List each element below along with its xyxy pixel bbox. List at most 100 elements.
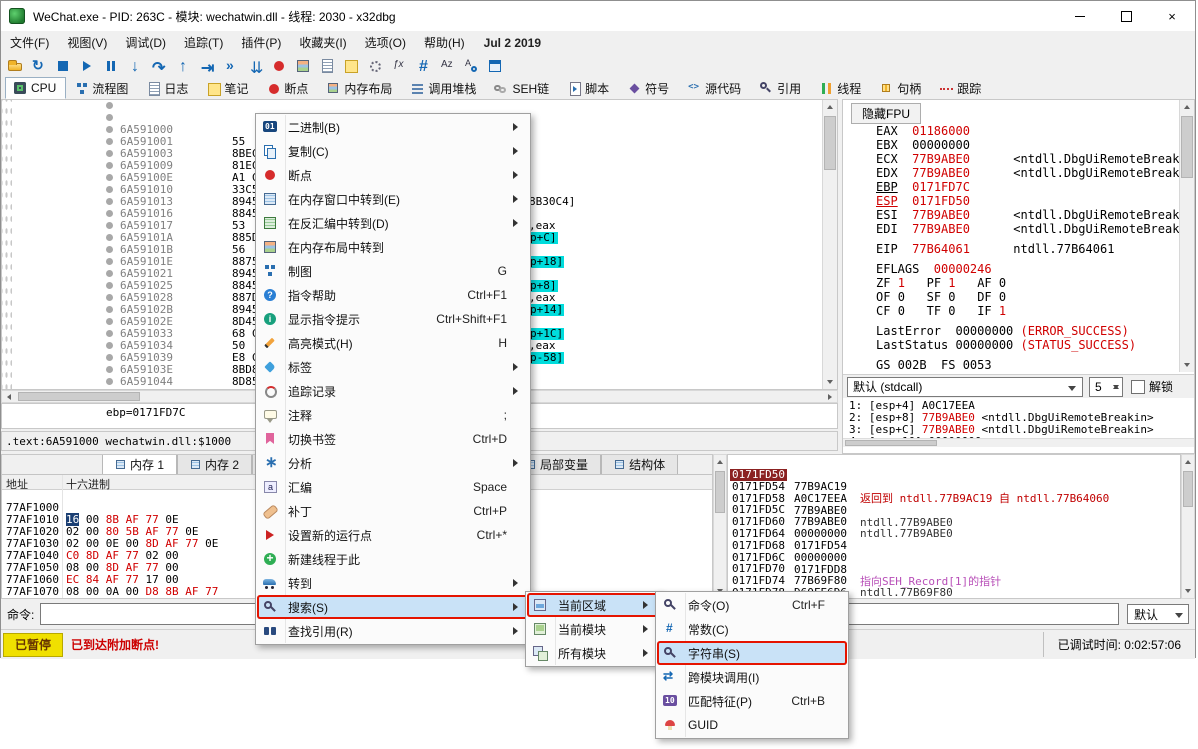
scroll-left-icon[interactable] xyxy=(2,391,16,402)
register-row[interactable]: EIP 77B64061 ntdll.77B64061 xyxy=(843,242,1180,256)
scroll-thumb[interactable] xyxy=(824,116,836,170)
registers-scrollbar[interactable] xyxy=(1179,100,1194,372)
menubar-item-options[interactable]: 选项(O) xyxy=(356,31,415,54)
breakpoint-dot-icon[interactable] xyxy=(106,354,113,361)
run-button[interactable] xyxy=(75,55,99,77)
register-row[interactable]: EDX 77B9ABE0 <ntdll.DbgUiRemoteBreakin> xyxy=(843,166,1180,180)
menu-item-current-region[interactable]: 当前区域 xyxy=(527,593,659,617)
disasm-vertical-scrollbar[interactable] xyxy=(822,100,837,389)
breakpoint-dot-icon[interactable] xyxy=(106,198,113,205)
stack-scrollbar[interactable] xyxy=(1181,454,1195,599)
breakpoint-dot-icon[interactable] xyxy=(106,186,113,193)
register-row[interactable]: EFLAGS 00000246 xyxy=(843,262,1180,276)
stack-row[interactable]: 0171FD50 77B9AC19 返回到 ntdll.77B9AC19 自 n… xyxy=(728,457,1180,469)
breakpoint-dot-icon[interactable] xyxy=(106,114,113,121)
breakpoint-dot-icon[interactable] xyxy=(106,246,113,253)
menu-item-set-new-origin[interactable]: 设置新的运行点 Ctrl+* xyxy=(257,523,529,547)
register-row[interactable]: EAX 01186000 xyxy=(843,124,1180,138)
stack-row[interactable]: 0171FD78 00000000 xyxy=(728,575,1180,587)
menu-item-binary[interactable]: 二进制(B) xyxy=(257,115,529,139)
stack-row[interactable]: 0171FD68 00000000 xyxy=(728,528,1180,540)
scroll-down-icon[interactable] xyxy=(1182,584,1194,598)
stack-row[interactable]: 0171FD6C 0171FDD8 指向SEH_Record[1]的指针 xyxy=(728,540,1180,552)
scroll-right-icon[interactable] xyxy=(823,391,837,402)
animate-button[interactable] xyxy=(219,55,243,77)
run-to-cursor-button[interactable] xyxy=(195,55,219,77)
register-row[interactable]: GS 002B FS 0053 xyxy=(843,358,1180,372)
scroll-up-icon[interactable] xyxy=(1182,455,1194,469)
dump-tab-memory-1[interactable]: 内存 1 xyxy=(102,454,177,474)
menubar-item-help[interactable]: 帮助(H) xyxy=(415,31,474,54)
menu-item-command[interactable]: 命令(O) Ctrl+F xyxy=(657,593,847,617)
constants-button[interactable] xyxy=(411,55,435,77)
scroll-up-icon[interactable] xyxy=(714,455,726,469)
register-row[interactable]: LastError 00000000 (ERROR_SUCCESS) xyxy=(843,324,1180,338)
breakpoint-dot-icon[interactable] xyxy=(106,306,113,313)
tab-threads[interactable]: 线程 xyxy=(811,77,871,99)
breakpoint-dot-icon[interactable] xyxy=(106,138,113,145)
memory-map-button[interactable] xyxy=(291,55,315,77)
log-button[interactable] xyxy=(315,55,339,77)
tab-trace[interactable]: 跟踪 xyxy=(931,77,991,99)
menu-item-toggle-bookmark[interactable]: 切换书签 Ctrl+D xyxy=(257,427,529,451)
register-row[interactable]: ECX 77B9ABE0 <ntdll.DbgUiRemoteBreakin> xyxy=(843,152,1180,166)
tab-call-stack[interactable]: 调用堆栈 xyxy=(402,77,486,99)
register-row[interactable]: EBX 00000000 xyxy=(843,138,1180,152)
breakpoints-button[interactable] xyxy=(267,55,291,77)
menubar-item-plugins[interactable]: 插件(P) xyxy=(232,31,290,54)
dump-scrollbar[interactable] xyxy=(713,454,727,599)
breakpoint-dot-icon[interactable] xyxy=(106,366,113,373)
tab-log[interactable]: 日志 xyxy=(138,77,198,99)
arg-count-spinner[interactable]: 5 xyxy=(1089,377,1123,397)
windows-button[interactable] xyxy=(483,55,507,77)
register-row[interactable]: ESI 77B9ABE0 <ntdll.DbgUiRemoteBreakin> xyxy=(843,208,1180,222)
scroll-thumb[interactable] xyxy=(18,392,140,401)
trace-into-button[interactable] xyxy=(243,55,267,77)
disasm-row[interactable]: 6A591000 55 push ebp xyxy=(2,100,837,112)
tab-cpu[interactable]: CPU xyxy=(5,77,66,99)
breakpoint-dot-icon[interactable] xyxy=(106,330,113,337)
arguments-pane[interactable]: 1: [esp+4] A0C17EEA2: [esp+8] 77B9ABE0 <… xyxy=(843,400,1194,447)
menubar-item-trace[interactable]: 追踪(T) xyxy=(175,31,232,54)
step-over-button[interactable] xyxy=(147,55,171,77)
register-row[interactable]: LastStatus 00000000 (STATUS_SUCCESS) xyxy=(843,338,1180,352)
tab-graph[interactable]: 流程图 xyxy=(66,77,138,99)
breakpoint-dot-icon[interactable] xyxy=(106,162,113,169)
menu-item-follow-in-disasm[interactable]: 在反汇编中转到(D) xyxy=(257,211,529,235)
menu-item-guid[interactable]: GUID xyxy=(657,713,847,737)
settings-button[interactable] xyxy=(363,55,387,77)
menu-item-highlighting-mode[interactable]: 高亮模式(H) H xyxy=(257,331,529,355)
tab-references[interactable]: 引用 xyxy=(751,77,811,99)
menu-item-assemble[interactable]: 汇编 Space xyxy=(257,475,529,499)
tab-seh-chain[interactable]: SEH链 xyxy=(486,77,559,99)
tab-symbols[interactable]: 符号 xyxy=(619,77,679,99)
stack-row[interactable]: 0171FD64 0171FD54 xyxy=(728,516,1180,528)
menu-item-pattern[interactable]: 匹配特征(P) Ctrl+B xyxy=(657,689,847,713)
find-strings-button[interactable] xyxy=(459,55,483,77)
stack-row[interactable]: 0171FD5C 77B9ABE0 ntdll.77B9ABE0 xyxy=(728,492,1180,504)
unlock-checkbox[interactable] xyxy=(1131,380,1145,394)
dump-tab-memory-2[interactable]: 内存 2 xyxy=(177,454,252,474)
breakpoint-dot-icon[interactable] xyxy=(106,342,113,349)
scroll-thumb[interactable] xyxy=(1183,471,1193,507)
register-row[interactable]: EBP 0171FD7C xyxy=(843,180,1180,194)
registers-pane[interactable]: 隐藏FPU EAX 01186000EBX 00000000ECX 77B9AB… xyxy=(842,99,1195,454)
menu-item-create-thread-here[interactable]: 新建线程于此 xyxy=(257,547,529,571)
menu-item-current-module[interactable]: 当前模块 xyxy=(527,617,659,641)
tab-script[interactable]: 脚本 xyxy=(559,77,619,99)
step-out-button[interactable] xyxy=(171,55,195,77)
open-file-button[interactable] xyxy=(3,55,27,77)
notes-button[interactable] xyxy=(339,55,363,77)
tab-notes[interactable]: 笔记 xyxy=(198,77,258,99)
menu-item-patch[interactable]: 补丁 Ctrl+P xyxy=(257,499,529,523)
stack-row[interactable]: 0171FD54 A0C17EEA xyxy=(728,469,1180,481)
restart-button[interactable] xyxy=(27,55,51,77)
arguments-scrollbar[interactable] xyxy=(843,438,1194,447)
scroll-thumb[interactable] xyxy=(845,440,937,446)
stack-pane[interactable]: 0171FD50 77B9AC19 返回到 ntdll.77B9AC19 自 n… xyxy=(727,454,1181,599)
menubar-item-view[interactable]: 视图(V) xyxy=(58,31,116,54)
calculator-button[interactable] xyxy=(387,55,411,77)
register-row[interactable]: ZF 1 PF 1 AF 0 xyxy=(843,276,1180,290)
menu-item-graph[interactable]: 制图 G xyxy=(257,259,529,283)
menu-item-follow-in-memmap[interactable]: 在内存布局中转到 xyxy=(257,235,529,259)
